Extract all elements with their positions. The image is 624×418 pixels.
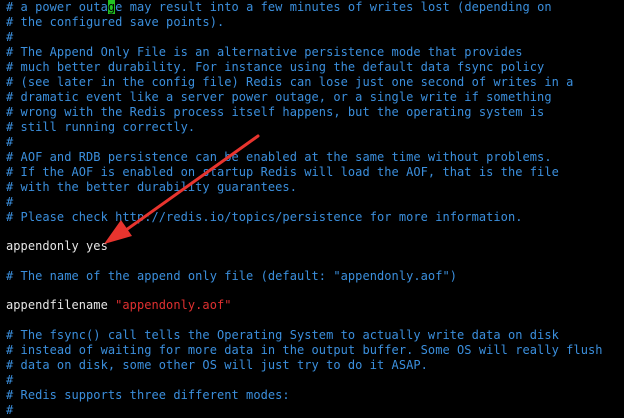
- terminal-editor[interactable]: # a power outage may result into a few m…: [0, 0, 624, 418]
- line-text-before-cursor: # a power outa: [6, 0, 108, 14]
- config-comment-line: #: [6, 135, 14, 149]
- config-comment-line: # Please check http://redis.io/topics/pe…: [6, 210, 523, 224]
- config-comment-line: # with the better durability guarantees.: [6, 180, 297, 194]
- config-comment-line: # The fsync() call tells the Operating S…: [6, 328, 559, 342]
- config-comment-line: # Redis supports three different modes:: [6, 388, 290, 402]
- config-comment-line: #: [6, 373, 14, 387]
- appendfilename-setting-line: appendfilename "appendonly.aof": [6, 298, 232, 313]
- setting-key: appendfilename: [6, 298, 116, 312]
- config-comment-line: # The Append Only File is an alternative…: [6, 45, 523, 59]
- config-comment-line: # The name of the append only file (defa…: [6, 269, 458, 283]
- config-comment-line: # wrong with the Redis process itself ha…: [6, 105, 545, 119]
- config-comment-line: # much better durability. For instance u…: [6, 60, 545, 74]
- config-comment-line: # still running correctly.: [6, 120, 196, 134]
- config-comment-line: # (see later in the config file) Redis c…: [6, 75, 574, 89]
- config-comment-line: #: [6, 30, 14, 44]
- config-comment-line: # dramatic event like a server power out…: [6, 90, 552, 104]
- config-comment-line: #: [6, 403, 14, 417]
- line-text-after-cursor: e may result into a few minutes of write…: [115, 0, 552, 14]
- appendonly-setting-line: appendonly yes: [6, 239, 108, 253]
- config-comment-line: # the configured save points).: [6, 15, 225, 29]
- config-comment-line: # a power outage may result into a few m…: [6, 0, 552, 15]
- config-comment-line: # If the AOF is enabled on startup Redis…: [6, 165, 559, 179]
- config-comment-line: #: [6, 195, 14, 209]
- config-comment-line: # AOF and RDB persistence can be enabled…: [6, 150, 552, 164]
- config-comment-line: # instead of waiting for more data in th…: [6, 343, 603, 357]
- setting-value-string: "appendonly.aof": [115, 298, 232, 312]
- config-comment-line: # data on disk, some other OS will just …: [6, 358, 428, 372]
